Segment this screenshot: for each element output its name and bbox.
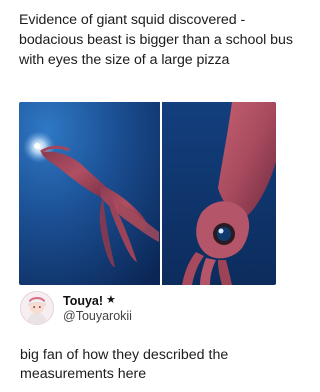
- squid-full-body-image: [19, 102, 160, 285]
- squid-closeup-image: [162, 102, 276, 285]
- tweet-author[interactable]: Touya! ★ @Touyarokii: [20, 286, 132, 330]
- post-headline: Evidence of giant squid discovered - bod…: [19, 12, 293, 68]
- avatar-image: [21, 292, 53, 324]
- squid-photo-closeup-eye[interactable]: [162, 102, 276, 285]
- author-handle[interactable]: @Touyarokii: [63, 309, 132, 323]
- author-name[interactable]: Touya!: [63, 294, 103, 308]
- star-icon: ★: [106, 294, 116, 306]
- squid-photo-full-body[interactable]: [19, 102, 160, 285]
- tweet-text: big fan of how they described the measur…: [20, 347, 229, 382]
- media-grid[interactable]: [19, 102, 276, 285]
- anime-avatar-icon[interactable]: [20, 291, 54, 325]
